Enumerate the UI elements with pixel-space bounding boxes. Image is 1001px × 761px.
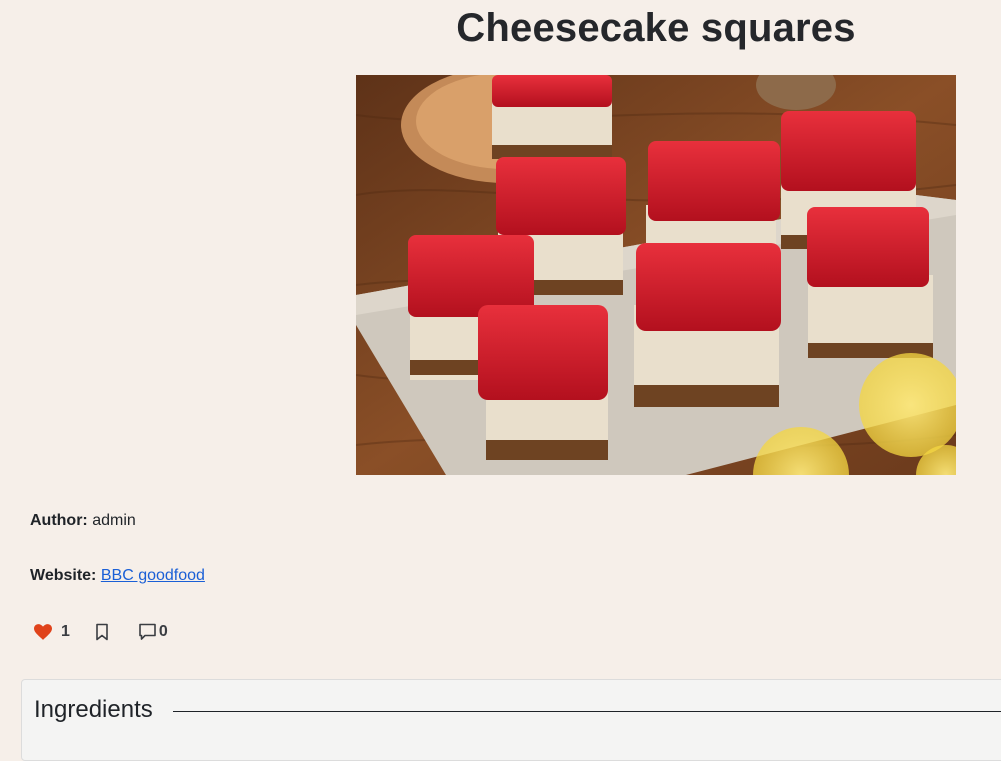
comment-count: 0 bbox=[158, 623, 168, 640]
ingredients-header: Ingredients bbox=[34, 696, 1001, 724]
heart-icon bbox=[34, 624, 52, 640]
bookmark-icon bbox=[95, 623, 109, 641]
page-title: Cheesecake squares bbox=[456, 6, 856, 50]
website-label: Website: bbox=[30, 567, 97, 584]
comment-button[interactable]: 0 bbox=[138, 623, 168, 641]
ingredients-divider bbox=[172, 711, 1001, 712]
website-row: Website: BBC goodfood bbox=[30, 567, 205, 585]
author-label: Author: bbox=[30, 512, 88, 529]
website-link[interactable]: BBC goodfood bbox=[101, 567, 205, 584]
like-button[interactable]: 1 bbox=[34, 623, 70, 641]
ingredients-heading: Ingredients bbox=[34, 696, 153, 723]
author-row: Author: admin bbox=[30, 512, 136, 530]
ingredients-section: Ingredients bbox=[21, 679, 1001, 761]
comment-icon bbox=[138, 623, 157, 641]
like-count: 1 bbox=[61, 623, 70, 640]
cheesecake-photo bbox=[356, 75, 956, 475]
recipe-image bbox=[356, 75, 956, 475]
recipe-actions: 1 0 bbox=[34, 620, 168, 644]
bookmark-button[interactable] bbox=[95, 623, 109, 641]
author-value: admin bbox=[92, 512, 136, 529]
